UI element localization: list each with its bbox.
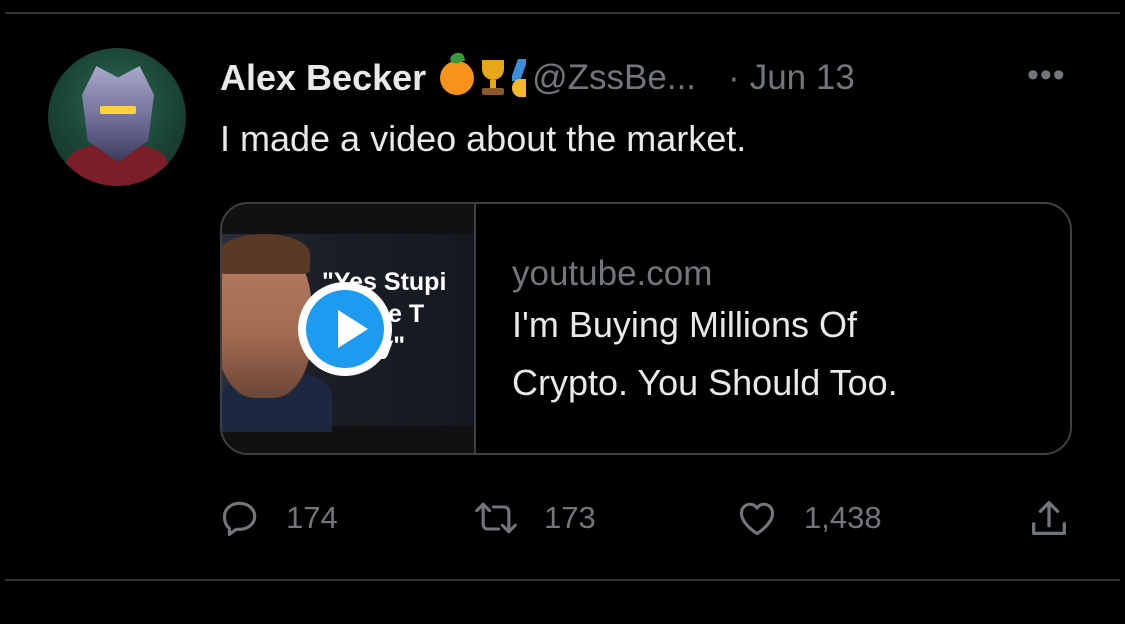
author-name[interactable]: Alex Becker [220, 57, 426, 99]
like-button[interactable]: 1,438 [734, 496, 882, 540]
tweet-text: I made a video about the market. [220, 118, 747, 159]
retweet-icon [475, 502, 517, 534]
tweet-header: Alex Becker @ZssBe... · Jun 13 [220, 56, 855, 100]
bottom-divider [5, 579, 1120, 581]
share-button[interactable] [1026, 496, 1072, 542]
avatar-visor [100, 106, 136, 114]
tweet-actions: 174 173 1,438 [218, 496, 1078, 548]
share-icon [1032, 501, 1066, 536]
medal-emoji-icon [512, 59, 527, 97]
card-domain: youtube.com [512, 254, 713, 293]
card-title-line: Crypto. You Should Too. [512, 362, 898, 403]
author-handle[interactable]: @ZssBe... [532, 58, 696, 98]
thumbnail-hair [222, 234, 310, 274]
heart-icon [739, 502, 775, 536]
tweet-date[interactable]: Jun 13 [750, 58, 855, 98]
top-divider [5, 12, 1120, 14]
trophy-emoji-icon [478, 60, 508, 96]
card-title: I'm Buying Millions Of Crypto. You Shoul… [512, 296, 1052, 412]
avatar[interactable] [48, 48, 186, 186]
card-title-line: I'm Buying Millions Of [512, 304, 857, 345]
card-info: youtube.com I'm Buying Millions Of Crypt… [512, 252, 1052, 412]
link-card[interactable]: "Yes Stupi Time T Buy" youtube.com I'm B… [220, 202, 1072, 455]
play-icon[interactable] [298, 282, 392, 376]
video-thumbnail[interactable]: "Yes Stupi Time T Buy" [222, 204, 476, 453]
retweet-count: 173 [544, 500, 596, 535]
reply-button[interactable]: 174 [218, 496, 338, 540]
meta-separator: · [728, 58, 740, 97]
more-options-button[interactable]: ••• [1027, 58, 1066, 92]
orange-emoji-icon [440, 61, 475, 95]
name-emoji-badges [440, 59, 527, 97]
retweet-button[interactable]: 173 [472, 496, 596, 540]
like-count: 1,438 [804, 500, 882, 535]
reply-icon [222, 501, 257, 537]
reply-count: 174 [286, 500, 338, 535]
